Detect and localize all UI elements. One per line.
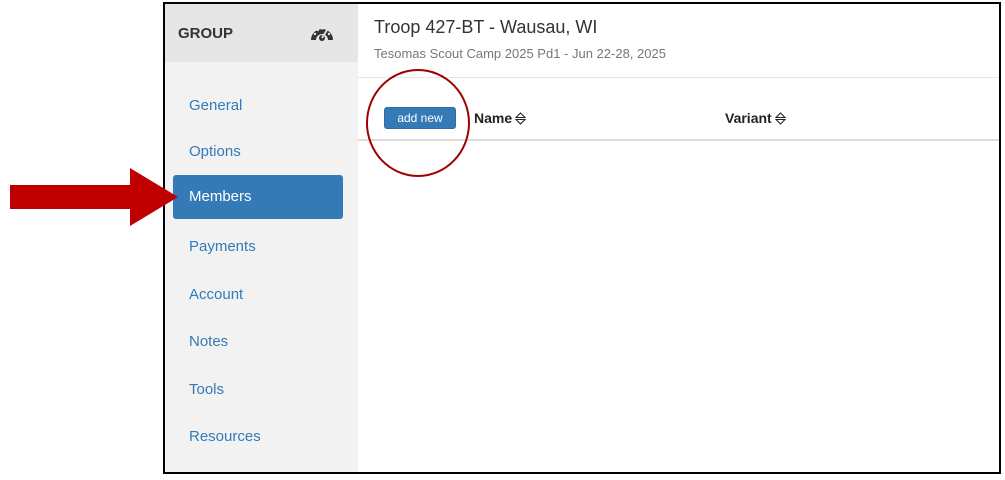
- sidebar-header: GROUP: [165, 4, 358, 62]
- sidebar-item-tools[interactable]: Tools: [173, 368, 343, 412]
- column-header-name[interactable]: Name: [474, 110, 527, 126]
- sidebar-item-notes[interactable]: Notes: [173, 320, 343, 364]
- column-header-variant-label: Variant: [725, 110, 772, 126]
- sidebar-item-resources[interactable]: Resources: [173, 415, 343, 459]
- pointer-arrow-icon: [10, 168, 178, 226]
- sidebar-title: GROUP: [178, 25, 234, 42]
- page-subtitle: Tesomas Scout Camp 2025 Pd1 - Jun 22-28,…: [374, 46, 666, 61]
- column-header-name-label: Name: [474, 110, 513, 126]
- sidebar-item-options[interactable]: Options: [173, 130, 343, 174]
- app-window: GROUP General Options Members Payments A…: [163, 2, 1001, 474]
- table-header-divider: [358, 139, 999, 141]
- page-title: Troop 427-BT - Wausau, WI: [374, 17, 598, 37]
- sidebar-item-members[interactable]: Members: [173, 175, 343, 219]
- sidebar: GROUP General Options Members Payments A…: [165, 4, 358, 472]
- sidebar-item-payments[interactable]: Payments: [173, 225, 343, 269]
- header-divider: [358, 77, 999, 78]
- sidebar-item-general[interactable]: General: [173, 84, 343, 128]
- sort-icon: [515, 112, 527, 125]
- sort-icon: [774, 112, 786, 125]
- dashboard-gauge-icon[interactable]: [309, 21, 335, 43]
- column-header-variant[interactable]: Variant: [725, 110, 786, 126]
- main-content: Troop 427-BT - Wausau, WI Tesomas Scout …: [358, 4, 999, 472]
- sidebar-item-account[interactable]: Account: [173, 273, 343, 317]
- add-new-button[interactable]: add new: [384, 107, 456, 129]
